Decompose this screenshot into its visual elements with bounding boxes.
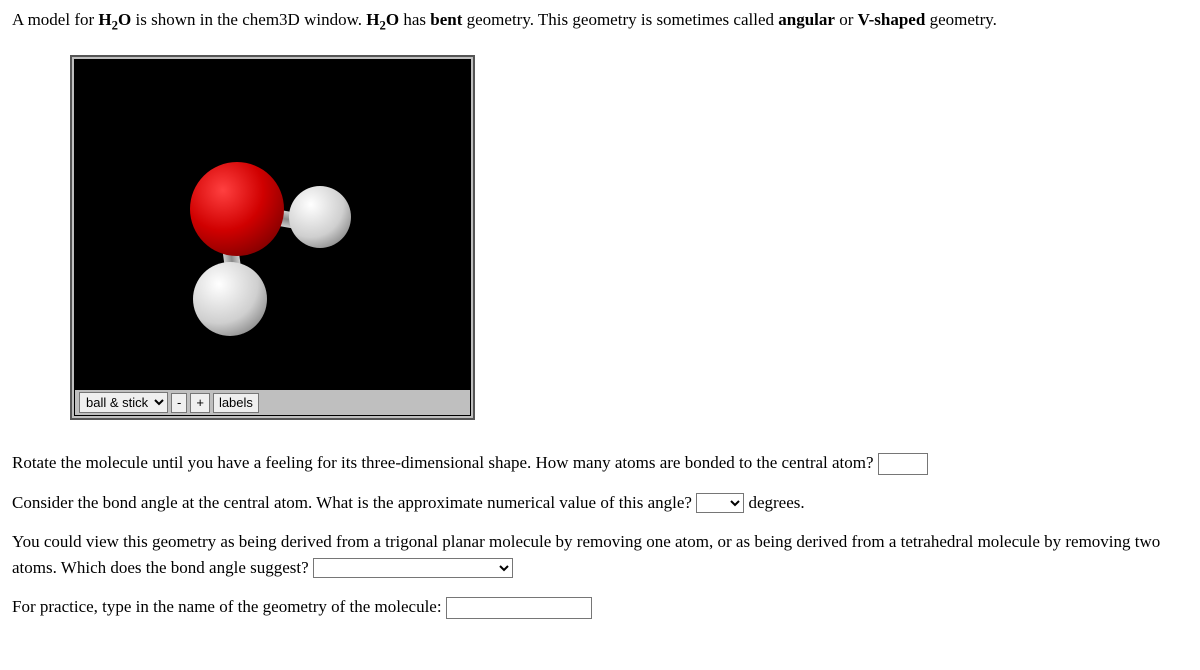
question-3: You could view this geometry as being de…: [12, 529, 1188, 580]
question-1: Rotate the molecule until you have a fee…: [12, 450, 1188, 476]
chem3d-window: ball & stick - + labels: [70, 55, 475, 420]
q2-unit: degrees.: [744, 493, 804, 512]
question-1-text: Rotate the molecule until you have a fee…: [12, 453, 878, 472]
question-4: For practice, type in the name of the ge…: [12, 594, 1188, 620]
chem3d-toolbar: ball & stick - + labels: [75, 390, 470, 415]
intro-text: A model for H2O is shown in the chem3D w…: [12, 8, 1188, 35]
alt-name-2: V-shaped: [858, 10, 926, 29]
q2-answer-select[interactable]: [696, 493, 744, 513]
question-2: Consider the bond angle at the central a…: [12, 490, 1188, 516]
oxygen-atom: [190, 162, 284, 256]
geometry-name: bent: [430, 10, 462, 29]
render-style-select[interactable]: ball & stick: [79, 392, 168, 413]
hydrogen-atom: [193, 262, 267, 336]
molecule-name-2: H2O: [366, 10, 399, 29]
question-3-text: You could view this geometry as being de…: [12, 532, 1160, 577]
hydrogen-atom: [289, 186, 351, 248]
q1-answer-input[interactable]: [878, 453, 928, 475]
alt-name-1: angular: [778, 10, 835, 29]
chem3d-canvas[interactable]: [75, 60, 470, 390]
q3-answer-select[interactable]: [313, 558, 513, 578]
q4-answer-input[interactable]: [446, 597, 592, 619]
labels-button[interactable]: labels: [213, 393, 259, 413]
intro-pre: A model for: [12, 10, 98, 29]
molecule-name: H2O: [98, 10, 131, 29]
zoom-in-button[interactable]: +: [190, 393, 210, 413]
question-4-text: For practice, type in the name of the ge…: [12, 597, 446, 616]
zoom-out-button[interactable]: -: [171, 393, 187, 413]
question-2-text: Consider the bond angle at the central a…: [12, 493, 696, 512]
